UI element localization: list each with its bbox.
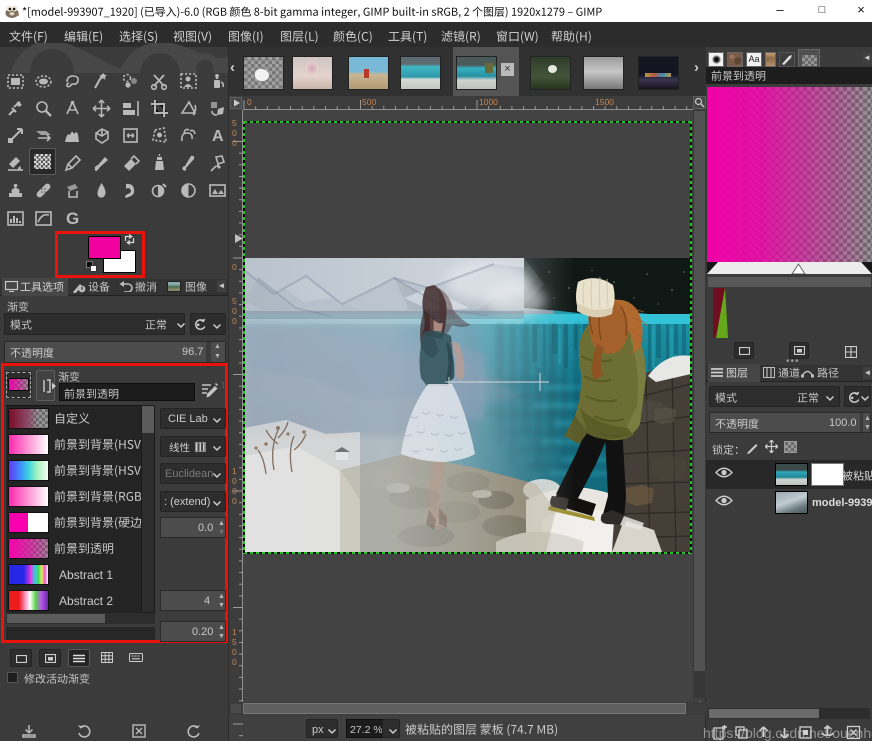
svg-text:A: A	[212, 128, 224, 145]
svg-text:G: G	[66, 209, 79, 228]
svg-text:0: 0	[247, 97, 252, 107]
svg-text:500: 500	[362, 97, 376, 107]
svg-text:1000: 1000	[479, 97, 498, 107]
svg-text:1500: 1500	[595, 97, 614, 107]
